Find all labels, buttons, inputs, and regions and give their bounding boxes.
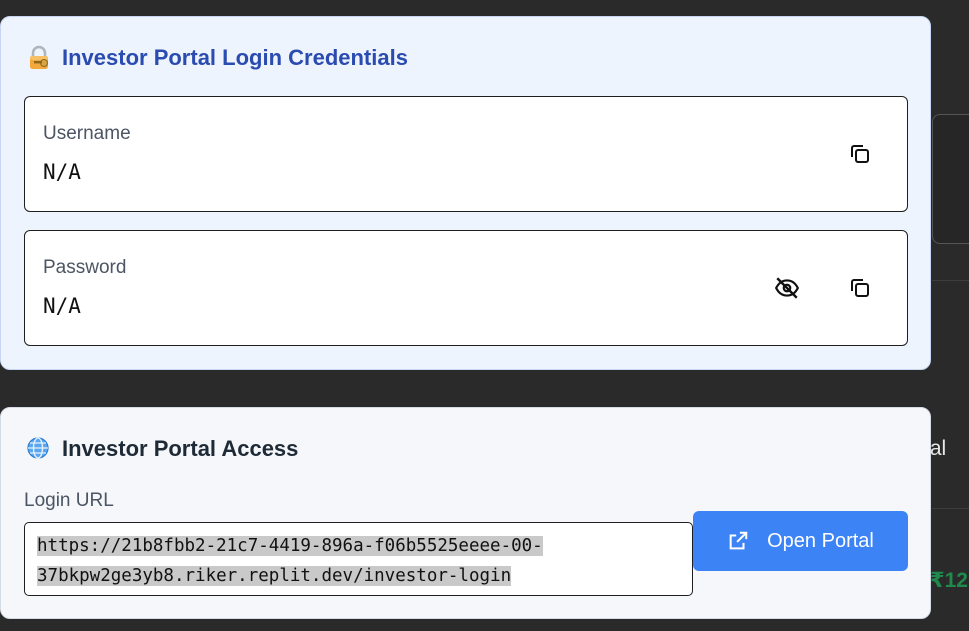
- background-card: [932, 114, 969, 244]
- access-card-title: Investor Portal Access: [26, 436, 298, 462]
- login-url-field[interactable]: https://21b8fbb2-21c7-4419-896a-f06b5525…: [24, 522, 693, 596]
- login-url-line-2: 37bkpw2ge3yb8.riker.replit.dev/investor-…: [37, 566, 512, 586]
- password-value[interactable]: N/A: [43, 294, 81, 318]
- external-link-icon: [729, 531, 748, 550]
- background-divider: [932, 508, 969, 509]
- login-url-line-1: https://21b8fbb2-21c7-4419-896a-f06b5525…: [37, 536, 543, 556]
- username-field: Username N/A: [24, 96, 908, 212]
- username-label: Username: [43, 123, 131, 144]
- lock-with-key-icon: [26, 45, 52, 71]
- password-label: Password: [43, 257, 127, 278]
- copy-icon: [851, 145, 869, 163]
- credentials-card-title: Investor Portal Login Credentials: [26, 45, 408, 71]
- login-url-label: Login URL: [24, 490, 114, 511]
- password-field: Password N/A: [24, 230, 908, 346]
- copy-icon: [851, 279, 869, 297]
- globe-icon: [26, 436, 52, 462]
- access-title-text: Investor Portal Access: [62, 436, 299, 461]
- credentials-card: Investor Portal Login Credentials Userna…: [0, 16, 931, 370]
- eye-off-icon: [774, 277, 800, 299]
- access-card: Investor Portal Access Login URL https:/…: [0, 407, 931, 619]
- credentials-title-text: Investor Portal Login Credentials: [62, 45, 408, 70]
- username-value[interactable]: N/A: [43, 160, 81, 184]
- toggle-password-visibility-button[interactable]: [772, 273, 802, 303]
- copy-password-button[interactable]: [845, 273, 875, 303]
- background-divider: [932, 280, 969, 281]
- background-partial-amount: ₹12: [930, 569, 968, 592]
- copy-username-button[interactable]: [845, 139, 875, 169]
- open-portal-button[interactable]: Open Portal: [693, 511, 908, 571]
- open-portal-label: Open Portal: [767, 529, 874, 552]
